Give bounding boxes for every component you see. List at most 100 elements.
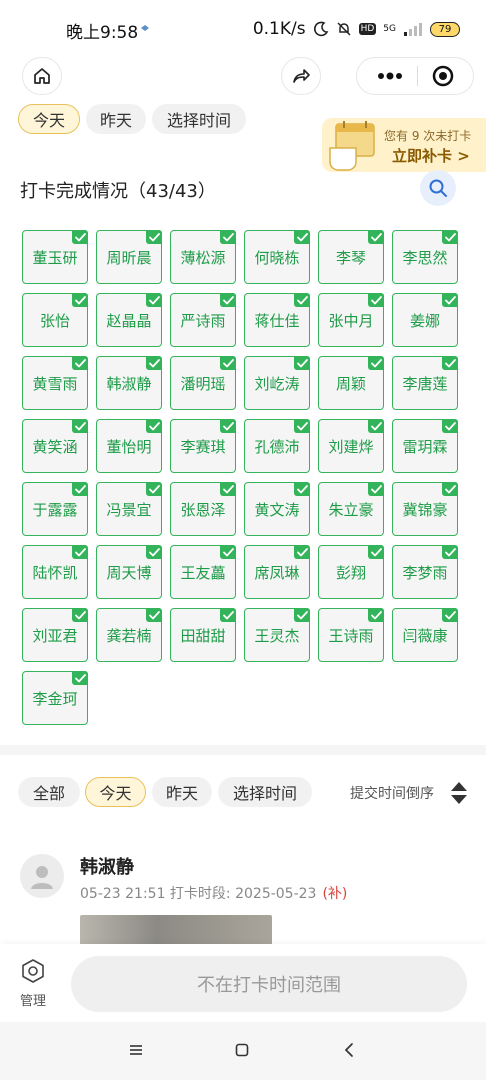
member-name: 薄松源: [180, 248, 226, 267]
target-close-icon[interactable]: [432, 65, 454, 87]
member-cell[interactable]: 王灵杰: [244, 608, 310, 662]
share-button[interactable]: [281, 57, 321, 95]
member-cell[interactable]: 韩淑静: [96, 356, 162, 410]
member-cell[interactable]: 李唐莲: [392, 356, 458, 410]
member-cell[interactable]: 李思然: [392, 230, 458, 284]
checkmark-icon: [294, 545, 310, 559]
member-cell[interactable]: 席凤琳: [244, 545, 310, 599]
member-cell[interactable]: 周颖: [318, 356, 384, 410]
member-cell[interactable]: 蒋仕佳: [244, 293, 310, 347]
member-cell[interactable]: 李琴: [318, 230, 384, 284]
avatar[interactable]: [20, 854, 64, 898]
member-name: 陆怀凯: [32, 563, 78, 582]
member-cell[interactable]: 于露露: [22, 482, 88, 536]
member-cell[interactable]: 朱立豪: [318, 482, 384, 536]
checkin-range-button[interactable]: 不在打卡时间范围: [71, 956, 467, 1012]
top-filter-select-time[interactable]: 选择时间: [152, 104, 246, 134]
checkmark-icon: [72, 545, 88, 559]
top-filter-today[interactable]: 今天: [18, 104, 80, 134]
member-cell[interactable]: 黄笑涵: [22, 419, 88, 473]
member-cell[interactable]: 周昕晨: [96, 230, 162, 284]
member-cell[interactable]: 黄文涛: [244, 482, 310, 536]
list-filter-all[interactable]: 全部: [18, 777, 80, 807]
member-cell[interactable]: 彭翔: [318, 545, 384, 599]
system-back-button[interactable]: [339, 1040, 359, 1060]
checkmark-icon: [220, 545, 236, 559]
system-home-button[interactable]: [232, 1040, 252, 1060]
list-filter-select-time[interactable]: 选择时间: [218, 777, 312, 807]
member-name: 王诗雨: [328, 626, 374, 645]
member-name: 姜娜: [409, 311, 440, 330]
home-button[interactable]: [22, 57, 62, 95]
member-cell[interactable]: 董玉研: [22, 230, 88, 284]
member-cell[interactable]: 姜娜: [392, 293, 458, 347]
member-cell[interactable]: 刘建烨: [318, 419, 384, 473]
checkmark-icon: [442, 545, 458, 559]
mute-bell-icon: [337, 22, 351, 36]
member-cell[interactable]: 陆怀凯: [22, 545, 88, 599]
member-name: 董怡明: [106, 437, 152, 456]
member-name: 周颖: [335, 374, 366, 393]
list-filter-today[interactable]: 今天: [85, 777, 146, 807]
member-name: 李赛琪: [180, 437, 226, 456]
search-button[interactable]: [420, 170, 456, 206]
checkmark-icon: [294, 356, 310, 370]
member-cell[interactable]: 赵晶晶: [96, 293, 162, 347]
top-filter-yesterday[interactable]: 昨天: [86, 104, 146, 134]
member-cell[interactable]: 张中月: [318, 293, 384, 347]
member-cell[interactable]: 王诗雨: [318, 608, 384, 662]
checkmark-icon: [220, 230, 236, 244]
member-cell[interactable]: 雷玥霖: [392, 419, 458, 473]
makeup-tag: (补): [322, 886, 348, 902]
member-name: 刘亚君: [32, 626, 78, 645]
member-cell[interactable]: 李赛琪: [170, 419, 236, 473]
member-cell[interactable]: 王友藟: [170, 545, 236, 599]
back-chevron-icon: [344, 1043, 353, 1057]
member-name: 黄笑涵: [32, 437, 78, 456]
entry-photo[interactable]: [80, 915, 272, 945]
member-cell[interactable]: 李金珂: [22, 671, 88, 725]
member-cell[interactable]: 田甜甜: [170, 608, 236, 662]
member-name: 李唐莲: [402, 374, 448, 393]
member-cell[interactable]: 薄松源: [170, 230, 236, 284]
member-cell[interactable]: 冀锦豪: [392, 482, 458, 536]
home-icon: [34, 68, 50, 84]
checkmark-icon: [146, 482, 162, 496]
member-cell[interactable]: 严诗雨: [170, 293, 236, 347]
member-name: 何晓栋: [254, 248, 300, 267]
member-name: 王灵杰: [254, 626, 300, 645]
member-cell[interactable]: 刘屹涛: [244, 356, 310, 410]
member-cell[interactable]: 闫薇康: [392, 608, 458, 662]
bottom-action-bar: 管理 不在打卡时间范围: [0, 944, 486, 1022]
checkmark-icon: [146, 293, 162, 307]
member-cell[interactable]: 龚若楠: [96, 608, 162, 662]
member-cell[interactable]: 周天博: [96, 545, 162, 599]
member-cell[interactable]: 李梦雨: [392, 545, 458, 599]
list-filter-yesterday[interactable]: 昨天: [152, 777, 212, 807]
member-name: 赵晶晶: [106, 311, 152, 330]
member-cell[interactable]: 潘明瑶: [170, 356, 236, 410]
member-cell[interactable]: 董怡明: [96, 419, 162, 473]
member-name: 李梦雨: [402, 563, 448, 582]
member-name: 黄雪雨: [32, 374, 78, 393]
checkmark-icon: [220, 482, 236, 496]
member-cell[interactable]: 何晓栋: [244, 230, 310, 284]
member-cell[interactable]: 张怡: [22, 293, 88, 347]
makeup-checkin-banner[interactable]: 您有 9 次未打卡 立即补卡 >: [322, 118, 486, 172]
member-cell[interactable]: 张恩泽: [170, 482, 236, 536]
menu-button[interactable]: [126, 1040, 146, 1060]
member-name: 田甜甜: [180, 626, 226, 645]
manage-button[interactable]: 管理: [16, 958, 50, 1009]
member-cell[interactable]: 冯景宜: [96, 482, 162, 536]
member-cell[interactable]: 黄雪雨: [22, 356, 88, 410]
sort-toggle-icon[interactable]: [450, 780, 468, 806]
sort-label[interactable]: 提交时间倒序: [350, 783, 434, 803]
member-cell[interactable]: 孔德沛: [244, 419, 310, 473]
member-name: 孔德沛: [254, 437, 300, 456]
member-name: 于露露: [32, 500, 78, 519]
more-dots-icon[interactable]: [377, 72, 403, 80]
checkmark-icon: [368, 608, 384, 622]
member-cell[interactable]: 刘亚君: [22, 608, 88, 662]
banner-action[interactable]: 立即补卡 >: [392, 145, 470, 166]
completion-title: 打卡完成情况（43/43）: [20, 181, 216, 202]
